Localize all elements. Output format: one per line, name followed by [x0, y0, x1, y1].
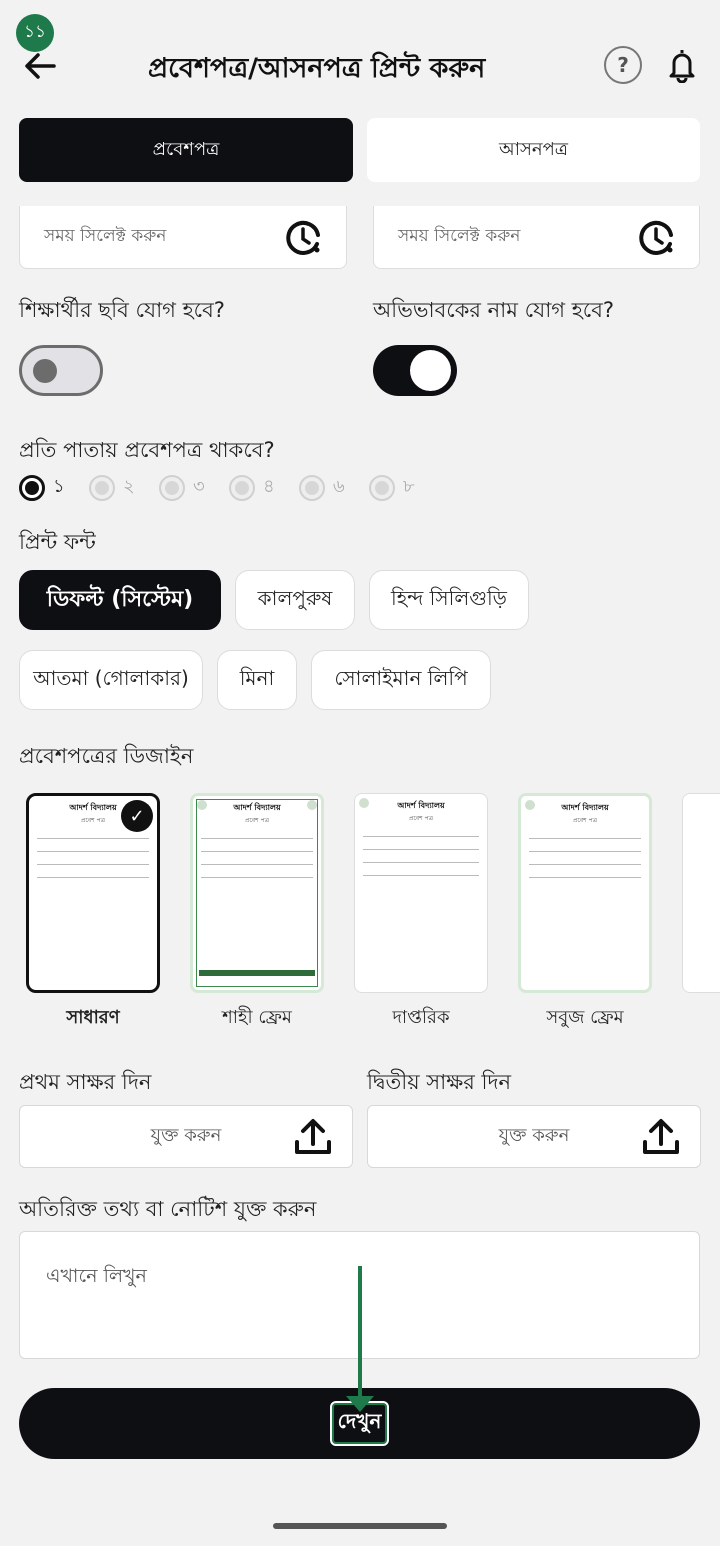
radio-per-page-2[interactable]: ২	[89, 472, 137, 503]
bell-icon	[669, 50, 695, 83]
student-photo-label: শিক্ষার্থীর ছবি যোগ হবে?	[19, 298, 225, 322]
home-indicator[interactable]	[273, 1523, 447, 1529]
design-option-partial[interactable]	[682, 793, 720, 993]
second-signature-upload[interactable]: যুক্ত করুন	[367, 1105, 701, 1168]
design-option-green-frame[interactable]: আদর্শ বিদ্যালয় প্রবেশ পত্র	[518, 793, 652, 993]
design-option-simple[interactable]: আদর্শ বিদ্যালয় প্রবেশ পত্র ✓	[26, 793, 160, 993]
radio-per-page-4[interactable]: ৪	[229, 472, 277, 503]
radio-label: ৩	[193, 476, 205, 497]
radio-label: ৮	[403, 476, 415, 497]
back-arrow-icon	[25, 53, 56, 79]
radio-label: ১	[53, 476, 65, 497]
font-chip-kalpurush[interactable]: কালপুরুষ	[235, 570, 355, 630]
tab-admit-card[interactable]: প্রবেশপত্র	[19, 118, 353, 182]
radio-per-page-6[interactable]: ৬	[299, 472, 347, 503]
guide-arrow-line	[358, 1266, 362, 1400]
first-signature-label: প্রথম সাক্ষর দিন	[19, 1070, 152, 1094]
per-page-radio-group: ১ ২ ৩ ৪ ৬ ৮	[19, 472, 439, 503]
clock-icon	[286, 220, 320, 255]
radio-label: ২	[123, 476, 135, 497]
preview-title: আদর্শ বিদ্যালয়	[561, 803, 609, 812]
font-chip-atma[interactable]: আতমা (গোলাকার)	[19, 650, 203, 710]
end-time-placeholder: সময় সিলেক্ট করুন	[398, 226, 521, 246]
preview-subtitle: প্রবেশ পত্র	[408, 815, 434, 822]
design-option-royal-frame[interactable]: আদর্শ বিদ্যালয় প্রবেশ পত্র	[190, 793, 324, 993]
per-page-label: প্রতি পাতায় প্রবেশপত্র থাকবে?	[19, 438, 275, 462]
design-label-green-frame: সবুজ ফ্রেম	[546, 1007, 624, 1028]
preview-title: আদর্শ বিদ্যালয়	[397, 801, 445, 810]
notes-label: অতিরিক্ত তথ্য বা নোটিশ যুক্ত করুন	[19, 1197, 317, 1221]
notes-placeholder: এখানে লিখুন	[46, 1265, 147, 1287]
toggle-knob	[410, 350, 451, 391]
end-time-field[interactable]: সময় সিলেক্ট করুন	[373, 206, 700, 269]
design-label: প্রবেশপত্রের ডিজাইন	[19, 744, 194, 768]
upload-button-label: যুক্ত করুন	[498, 1125, 570, 1146]
font-chip-mina[interactable]: মিনা	[217, 650, 297, 710]
radio-label: ৬	[333, 476, 345, 497]
tab-seat-card[interactable]: আসনপত্র	[367, 118, 700, 182]
notifications-button[interactable]	[662, 44, 702, 86]
radio-per-page-8[interactable]: ৮	[369, 472, 417, 503]
page-title: প্রবেশপত্র/আসনপত্র প্রিন্ট করুন	[148, 53, 486, 84]
radio-per-page-1[interactable]: ১	[19, 472, 67, 503]
preview-subtitle: প্রবেশ পত্র	[572, 817, 598, 824]
start-time-field[interactable]: সময় সিলেক্ট করুন	[19, 206, 347, 269]
help-button[interactable]: ?	[604, 46, 642, 84]
clock-icon	[639, 220, 673, 255]
upload-icon	[295, 1119, 331, 1154]
first-signature-upload[interactable]: যুক্ত করুন	[19, 1105, 353, 1168]
question-icon: ?	[617, 53, 629, 77]
print-font-label: প্রিন্ট ফন্ট	[19, 530, 96, 554]
back-button[interactable]	[20, 46, 60, 86]
design-option-official[interactable]: আদর্শ বিদ্যালয় প্রবেশ পত্র	[354, 793, 488, 993]
upload-button-label: যুক্ত করুন	[150, 1125, 222, 1146]
radio-per-page-3[interactable]: ৩	[159, 472, 207, 503]
design-label-simple: সাধারণ	[66, 1007, 120, 1028]
student-photo-toggle[interactable]	[19, 345, 103, 396]
font-chip-solaimanlipi[interactable]: সোলাইমান লিপি	[311, 650, 491, 710]
guide-arrow-head-icon	[346, 1396, 374, 1412]
upload-icon	[643, 1119, 679, 1154]
font-chip-default[interactable]: ডিফল্ট (সিস্টেম)	[19, 570, 221, 630]
start-time-placeholder: সময় সিলেক্ট করুন	[44, 226, 167, 246]
design-label-royal-frame: শাহী ফ্রেম	[222, 1007, 292, 1028]
second-signature-label: দ্বিতীয় সাক্ষর দিন	[367, 1070, 512, 1094]
guardian-name-label: অভিভাবকের নাম যোগ হবে?	[373, 298, 615, 322]
design-label-official: দাপ্তরিক	[392, 1007, 450, 1028]
font-chip-hind-siliguri[interactable]: হিন্দ সিলিগুড়ি	[369, 570, 529, 630]
radio-label: ৪	[263, 476, 275, 497]
toggle-knob	[33, 359, 57, 383]
guardian-name-toggle[interactable]	[373, 345, 457, 396]
checkmark-icon: ✓	[121, 800, 153, 832]
